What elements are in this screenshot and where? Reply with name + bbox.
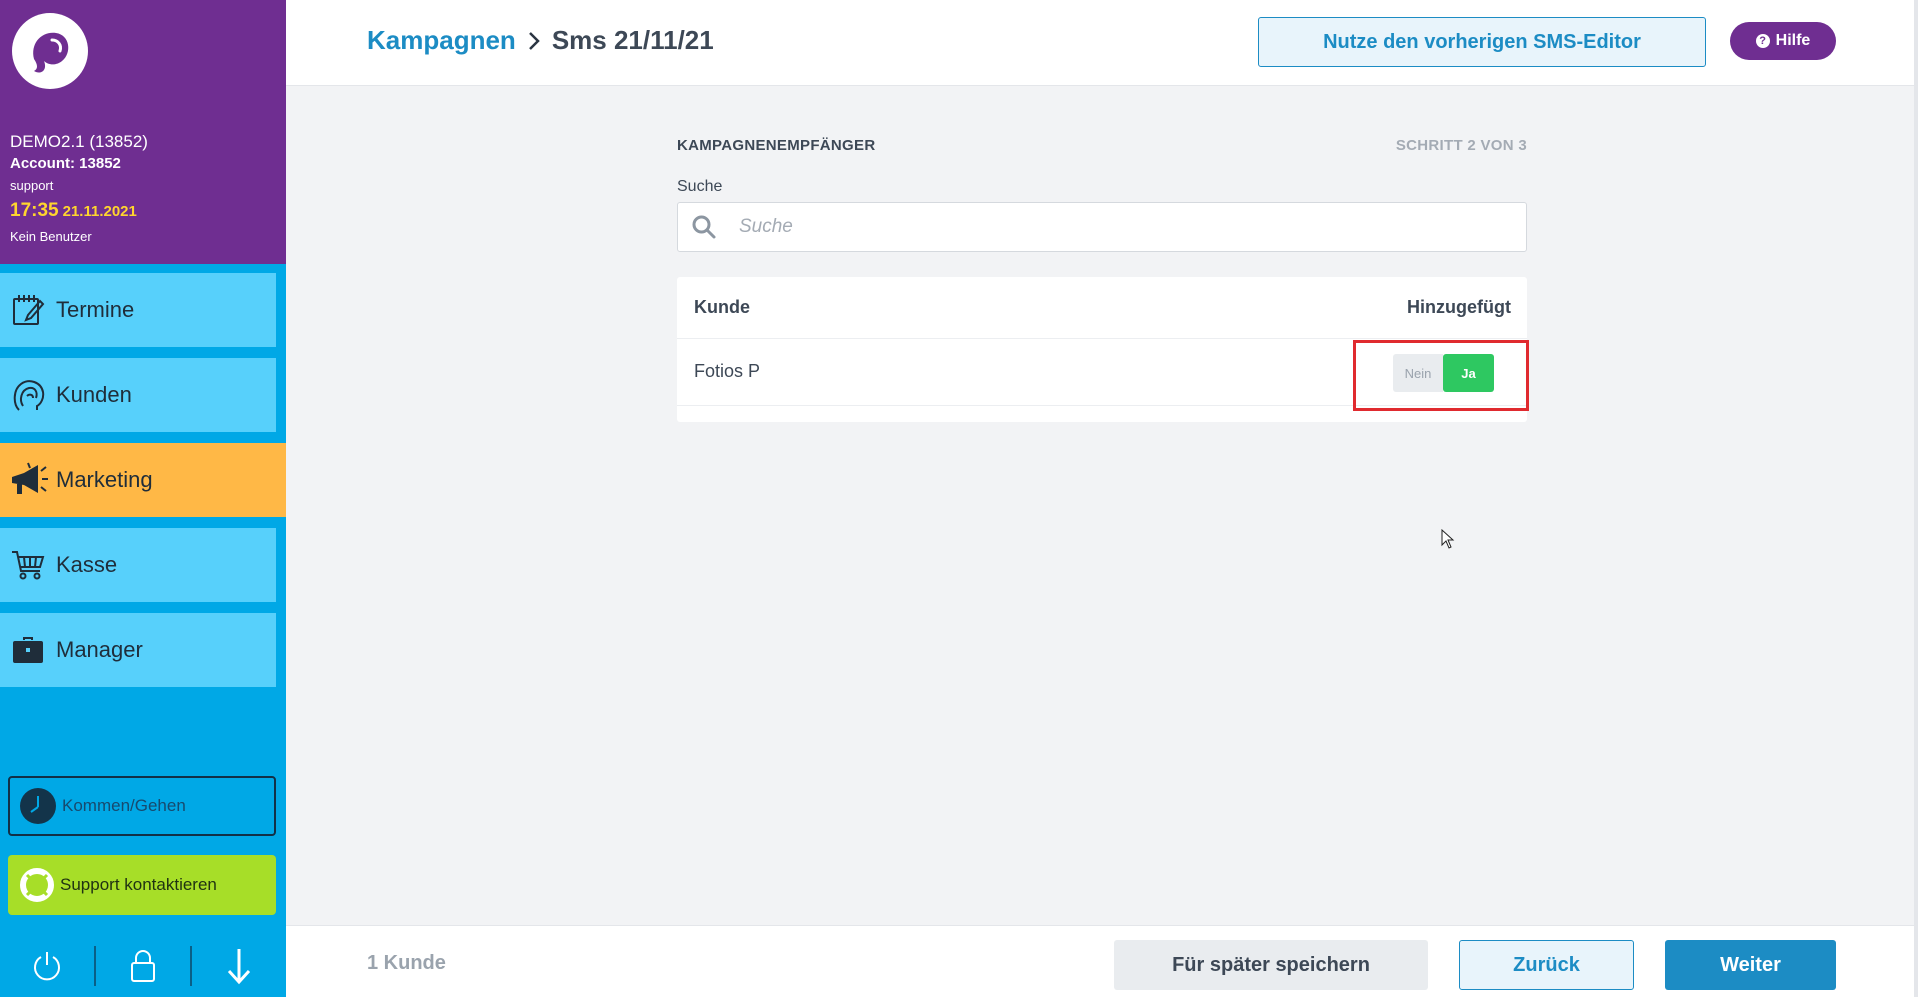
toggle-option-nein[interactable]: Nein <box>1393 354 1443 392</box>
mouse-cursor-icon <box>1441 528 1455 554</box>
toggle-option-ja[interactable]: Ja <box>1443 354 1494 392</box>
sidebar-item-kasse[interactable]: Kasse <box>0 528 276 602</box>
breadcrumb-kampagnen-link[interactable]: Kampagnen <box>367 25 516 56</box>
sidebar-item-label: Kasse <box>56 552 118 577</box>
power-icon[interactable] <box>0 935 94 997</box>
use-previous-sms-editor-button[interactable]: Nutze den vorherigen SMS-Editor <box>1258 17 1706 67</box>
back-button[interactable]: Zurück <box>1459 940 1634 990</box>
search-label: Suche <box>677 178 723 195</box>
scrollbar[interactable] <box>1914 0 1918 997</box>
sidebar-item-manager[interactable]: Manager <box>0 613 276 687</box>
clock-in-out-button[interactable]: Kommen/Gehen <box>8 776 276 836</box>
search-icon <box>691 214 717 240</box>
arrow-down-icon[interactable] <box>192 935 286 997</box>
clock-in-out-label: Kommen/Gehen <box>62 796 186 815</box>
search-field[interactable] <box>677 202 1527 252</box>
clock-icon <box>20 788 56 824</box>
recipients-table: Kunde Hinzugefügt Fotios P Nein Ja <box>677 277 1529 422</box>
sidebar-item-label: Manager <box>56 637 143 662</box>
account-info: DEMO2.1 (13852) Account: 13852 support 1… <box>10 131 148 248</box>
next-button[interactable]: Weiter <box>1665 940 1836 990</box>
column-header-kunde: Kunde <box>694 297 750 317</box>
column-header-hinzugefuegt: Hinzugefügt <box>1407 297 1511 317</box>
table-row: Fotios P Nein Ja <box>677 338 1529 411</box>
sidebar-item-label: Marketing <box>56 467 153 492</box>
sidebar-bottom-bar <box>0 935 286 997</box>
section-title: KAMPAGNENEMPFÄNGER <box>677 137 876 154</box>
top-bar: Kampagnen Sms 21/11/21 Nutze den vorheri… <box>286 0 1918 86</box>
save-for-later-button[interactable]: Für später speichern <box>1114 940 1428 990</box>
step-indicator: SCHRITT 2 VON 3 <box>1395 137 1527 154</box>
contact-support-button[interactable]: Support kontaktieren <box>8 855 276 915</box>
account-number: Account: 13852 <box>10 155 121 172</box>
help-label: Hilfe <box>1775 32 1811 49</box>
sidebar-item-termine[interactable]: Termine <box>0 273 276 347</box>
sidebar-item-kunden[interactable]: Kunden <box>0 358 276 432</box>
company-name: DEMO2.1 (13852) <box>10 132 148 151</box>
customer-name: Fotios P <box>694 361 761 381</box>
help-button[interactable]: ? Hilfe <box>1730 22 1836 60</box>
megaphone-icon <box>0 452 56 508</box>
sidebar: DEMO2.1 (13852) Account: 13852 support 1… <box>0 0 286 997</box>
briefcase-icon <box>0 622 56 678</box>
date-time: 17:35 21.11.2021 <box>10 197 148 226</box>
user-name: support <box>10 178 54 193</box>
sidebar-item-label: Termine <box>56 297 135 322</box>
contact-support-label: Support kontaktieren <box>60 875 217 894</box>
chevron-right-icon <box>528 31 540 51</box>
lifebuoy-icon <box>20 868 54 902</box>
sidebar-item-marketing[interactable]: Marketing <box>0 443 286 517</box>
employee-status: Kein Benutzer <box>10 229 92 244</box>
question-icon: ? <box>1755 34 1770 48</box>
sidebar-header: DEMO2.1 (13852) Account: 13852 support 1… <box>0 0 286 264</box>
shopping-cart-icon <box>0 537 56 593</box>
lock-icon[interactable] <box>96 935 190 997</box>
breadcrumb: Kampagnen Sms 21/11/21 <box>367 25 714 56</box>
clock-time: 17:35 <box>10 200 59 221</box>
sidebar-item-label: Kunden <box>56 382 132 407</box>
clock-date: 21.11.2021 <box>62 203 137 220</box>
footer-bar: 1 Kunde Für später speichern Zurück Weit… <box>286 925 1918 997</box>
recipient-count: 1 Kunde <box>367 952 446 974</box>
search-input[interactable] <box>739 216 1499 238</box>
salon-logo-icon[interactable] <box>12 13 88 89</box>
added-toggle[interactable]: Nein Ja <box>1393 354 1494 392</box>
customer-head-icon <box>0 367 56 423</box>
calendar-edit-icon <box>0 282 56 338</box>
page-title: Sms 21/11/21 <box>551 25 714 55</box>
